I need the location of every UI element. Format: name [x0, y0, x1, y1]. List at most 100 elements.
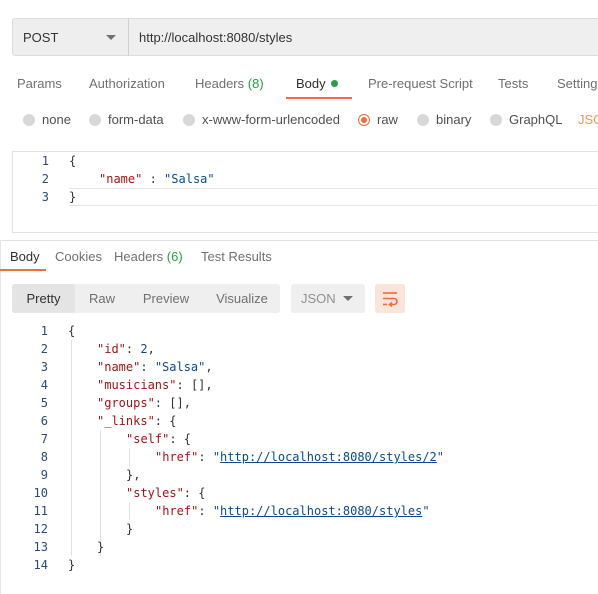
response-view-toggle: Pretty Raw Preview Visualize: [12, 284, 280, 313]
line-number: 8: [40, 450, 48, 464]
line-number: 5: [40, 396, 48, 410]
radio-label: raw: [377, 112, 398, 127]
raw-format-select[interactable]: JSON: [578, 112, 598, 127]
line-number: 14: [33, 558, 48, 572]
line-number: 4: [40, 378, 48, 392]
code-line: "id": 2,: [97, 342, 155, 356]
code-line: },: [126, 468, 141, 482]
json-string: "Salsa": [164, 172, 215, 186]
radio-binary[interactable]: binary: [417, 112, 471, 127]
pretty-button[interactable]: Pretty: [12, 284, 75, 313]
tab-response-headers-label: Headers: [114, 249, 164, 264]
line-number: 7: [40, 432, 48, 446]
radio-circle: [89, 113, 101, 126]
tab-headers[interactable]: Headers (8): [195, 76, 264, 91]
radio-form-data[interactable]: form-data: [89, 112, 164, 127]
json-key: "_links": [97, 414, 155, 428]
body-indicator-dot: [330, 80, 338, 87]
tab-settings[interactable]: Settings: [557, 76, 598, 91]
json-key: "href": [155, 450, 199, 464]
request-tabs: Params Authorization Headers (8) Body Pr…: [0, 70, 598, 100]
line-number: 3: [40, 360, 48, 374]
response-format-label: JSON: [301, 291, 336, 306]
radio-urlencoded[interactable]: x-www-form-urlencoded: [183, 112, 340, 127]
styles-href-link[interactable]: http://localhost:8080/styles: [220, 504, 422, 518]
request-body-editor[interactable]: 1 2 3 { "name" : "Salsa" }: [12, 151, 598, 233]
indent-guide: [129, 502, 130, 520]
tab-headers-label: Headers: [195, 76, 245, 91]
tab-params[interactable]: Params: [17, 76, 62, 91]
json-separator: :: [142, 172, 165, 186]
json-string: "Salsa": [154, 360, 206, 374]
chevron-down-icon: [106, 35, 116, 40]
json-key: "id": [97, 342, 126, 356]
code-line: "self": {: [126, 432, 192, 446]
self-href-link[interactable]: http://localhost:8080/styles/2: [220, 450, 437, 464]
tab-body[interactable]: Body: [296, 76, 338, 91]
raw-button[interactable]: Raw: [76, 284, 128, 313]
visualize-button[interactable]: Visualize: [204, 284, 280, 313]
radio-graphql[interactable]: GraphQL: [490, 112, 562, 127]
code-brace: }: [68, 558, 76, 572]
chevron-down-icon: [343, 296, 353, 301]
radio-label: none: [42, 112, 71, 127]
code-line: "_links": {: [97, 414, 177, 428]
current-line-highlight: [69, 188, 598, 206]
tab-test-results[interactable]: Test Results: [201, 249, 272, 264]
code-line: "name" : "Salsa": [99, 170, 215, 188]
indent-guide: [71, 340, 72, 556]
response-tabs: Body Cookies Headers (6) Test Results: [0, 246, 598, 272]
url-input[interactable]: http://localhost:8080/styles: [128, 18, 598, 56]
line-number: 1: [41, 154, 49, 168]
json-array: []: [169, 396, 184, 410]
line-number: 2: [40, 342, 48, 356]
tab-cookies[interactable]: Cookies: [55, 249, 102, 264]
wrap-lines-button[interactable]: [375, 284, 405, 313]
code-brace: {: [69, 154, 77, 168]
preview-button[interactable]: Preview: [132, 284, 200, 313]
radio-circle: [417, 113, 429, 126]
tab-authorization[interactable]: Authorization: [89, 76, 165, 91]
tab-tests[interactable]: Tests: [498, 76, 528, 91]
code-line: "name": "Salsa",: [97, 360, 213, 374]
active-tab-underline: [286, 97, 352, 99]
code-line: "styles": {: [126, 486, 206, 500]
code-line: "href": "http://localhost:8080/styles": [155, 504, 430, 518]
radio-label: form-data: [108, 112, 164, 127]
response-body-viewer[interactable]: 1 2 3 4 5 6 7 8 9 10 11 12 13 14 { "id":…: [0, 322, 598, 584]
headers-count: (8): [247, 76, 264, 91]
response-headers-count: (6): [166, 249, 183, 264]
code-line: "musicians": [],: [97, 378, 213, 392]
json-key: "styles": [126, 486, 184, 500]
code-line: "href": "http://localhost:8080/styles/2": [155, 450, 445, 464]
tab-response-body[interactable]: Body: [10, 249, 40, 264]
code-brace: {: [68, 324, 76, 338]
radio-circle: [183, 113, 195, 126]
wrap-lines-icon: [383, 292, 398, 308]
tab-body-label: Body: [296, 76, 326, 91]
response-format-select[interactable]: JSON: [291, 284, 365, 313]
json-key: "musicians": [97, 378, 177, 392]
json-key: "href": [155, 504, 199, 518]
json-key: "name": [99, 172, 143, 186]
radio-raw[interactable]: raw: [358, 112, 398, 127]
radio-label: binary: [436, 112, 472, 127]
line-number: 1: [40, 324, 48, 338]
tab-response-headers[interactable]: Headers (6): [114, 249, 183, 264]
code-line: "groups": [],: [97, 396, 191, 410]
tab-prerequest-script[interactable]: Pre-request Script: [368, 76, 473, 91]
panel-divider[interactable]: [0, 240, 598, 241]
line-number: 11: [33, 504, 48, 518]
code-brace: }: [69, 190, 77, 204]
json-number: 2: [140, 342, 148, 356]
radio-label: x-www-form-urlencoded: [202, 112, 340, 127]
line-number: 9: [40, 468, 48, 482]
line-number: 12: [33, 522, 48, 536]
line-number: 2: [41, 172, 49, 186]
method-select[interactable]: POST: [12, 18, 128, 56]
radio-circle: [490, 113, 502, 126]
radio-none[interactable]: none: [23, 112, 71, 127]
json-key: "name": [97, 360, 141, 374]
json-array: []: [190, 378, 206, 392]
radio-label: GraphQL: [509, 112, 563, 127]
